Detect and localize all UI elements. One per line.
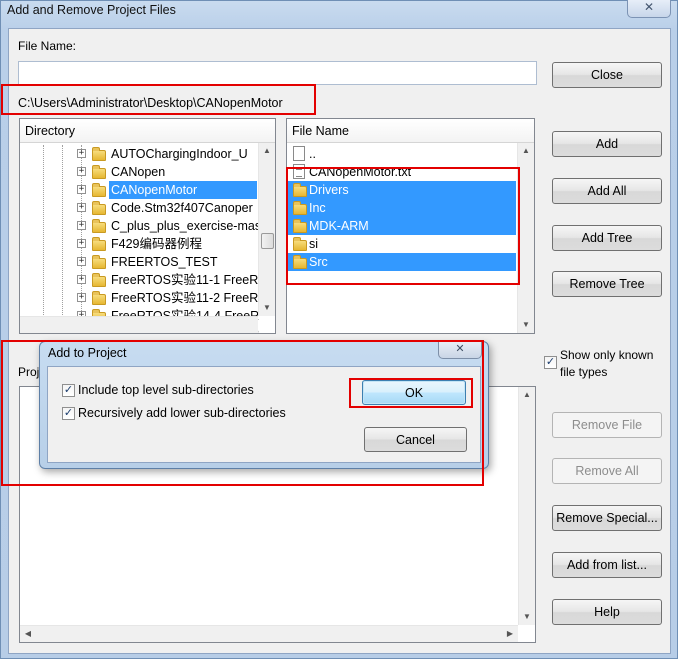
include-top-level-label: Include top level sub-directories xyxy=(78,383,254,397)
expand-plus-icon[interactable]: + xyxy=(77,257,86,266)
cancel-button[interactable]: Cancel xyxy=(364,427,467,452)
show-only-known-label-line2: file types xyxy=(560,365,608,379)
remove-file-button[interactable]: Remove File xyxy=(552,412,662,438)
window-title: Add and Remove Project Files xyxy=(7,3,176,17)
folder-icon xyxy=(92,165,106,179)
scroll-down-arrow-icon[interactable]: ▼ xyxy=(259,300,275,316)
folder-icon xyxy=(92,147,106,161)
remove-tree-button[interactable]: Remove Tree xyxy=(552,271,662,297)
file-list-item[interactable]: Inc xyxy=(309,199,326,217)
window-close-button[interactable]: ✕ xyxy=(627,0,671,18)
close-button[interactable]: Close xyxy=(552,62,662,88)
file-name-label: File Name: xyxy=(18,39,77,53)
folder-icon xyxy=(92,273,106,287)
scroll-left-arrow-icon[interactable]: ◀ xyxy=(20,626,36,642)
file-list-item[interactable]: si xyxy=(309,235,318,253)
folder-icon xyxy=(92,237,106,251)
directory-hscrollbar[interactable] xyxy=(20,316,258,333)
folder-icon xyxy=(92,219,106,233)
expand-plus-icon[interactable]: + xyxy=(77,149,86,158)
folder-icon xyxy=(92,183,106,197)
expand-plus-icon[interactable]: + xyxy=(77,239,86,248)
add-remove-project-files-window: Add and Remove Project Files ✕ File Name… xyxy=(0,0,678,659)
recursively-add-checkbox[interactable]: ✓ xyxy=(62,407,75,420)
add-tree-button[interactable]: Add Tree xyxy=(552,225,662,251)
file-list[interactable]: File Name .. CANopenMotor.txt Drivers Inc MD… xyxy=(286,118,535,334)
file-list-item[interactable]: CANopenMotor.txt xyxy=(309,163,411,181)
include-top-level-checkbox[interactable]: ✓ xyxy=(62,384,75,397)
help-button[interactable]: Help xyxy=(552,599,662,625)
scroll-down-arrow-icon[interactable]: ▼ xyxy=(519,609,535,625)
directory-item[interactable]: CANopenMotor xyxy=(109,181,257,199)
expand-plus-icon[interactable]: + xyxy=(77,293,86,302)
directory-item[interactable]: Code.Stm32f407Canoper xyxy=(109,199,255,217)
project-hscrollbar[interactable]: ◀ ▶ xyxy=(20,625,518,642)
remove-special-button[interactable]: Remove Special... xyxy=(552,505,662,531)
folder-icon xyxy=(92,255,106,269)
scroll-up-arrow-icon[interactable]: ▲ xyxy=(519,387,535,403)
directory-item[interactable]: FreeRTOS实验11-2 FreeR xyxy=(109,289,260,307)
file-vscrollbar[interactable]: ▲ ▼ xyxy=(517,143,534,333)
folder-icon xyxy=(293,237,307,251)
scroll-down-arrow-icon[interactable]: ▼ xyxy=(518,317,534,333)
project-vscrollbar[interactable]: ▲ ▼ xyxy=(518,387,535,625)
directory-item[interactable]: C_plus_plus_exercise-mas xyxy=(109,217,263,235)
ok-button[interactable]: OK xyxy=(362,380,466,405)
scroll-thumb[interactable] xyxy=(261,233,274,249)
expand-plus-icon[interactable]: + xyxy=(77,167,86,176)
directory-item[interactable]: CANopen xyxy=(109,163,167,181)
text-file-icon xyxy=(293,164,305,179)
expand-plus-icon[interactable]: + xyxy=(77,203,86,212)
add-from-list-button[interactable]: Add from list... xyxy=(552,552,662,578)
tree-guide xyxy=(43,145,44,333)
expand-plus-icon[interactable]: + xyxy=(77,275,86,284)
page-icon xyxy=(293,146,305,161)
file-list-item[interactable]: .. xyxy=(309,145,316,163)
folder-icon xyxy=(92,291,106,305)
directory-item[interactable]: FREERTOS_TEST xyxy=(109,253,220,271)
show-only-known-label: Show only known file types xyxy=(560,347,653,381)
file-name-input[interactable] xyxy=(18,61,537,85)
show-only-known-label-line1: Show only known xyxy=(560,348,654,362)
recursively-add-label: Recursively add lower sub-directories xyxy=(78,406,286,420)
show-only-known-checkbox[interactable]: ✓ xyxy=(544,356,557,369)
project-files-label: Proj xyxy=(18,365,40,379)
scroll-up-arrow-icon[interactable]: ▲ xyxy=(518,143,534,159)
dialog-close-button[interactable]: ✕ xyxy=(438,342,482,359)
scroll-up-arrow-icon[interactable]: ▲ xyxy=(259,143,275,159)
directory-item[interactable]: AUTOChargingIndoor_U xyxy=(109,145,250,163)
file-list-item[interactable]: MDK-ARM xyxy=(309,217,369,235)
directory-header[interactable]: Directory xyxy=(20,119,275,143)
directory-tree[interactable]: Directory + AUTOChargingIndoor_U + CANopen +… xyxy=(19,118,276,334)
directory-vscrollbar[interactable]: ▲ ▼ xyxy=(258,143,275,316)
scroll-right-arrow-icon[interactable]: ▶ xyxy=(502,626,518,642)
folder-icon xyxy=(92,201,106,215)
add-all-button[interactable]: Add All xyxy=(552,178,662,204)
current-path: C:\Users\Administrator\Desktop\CANopenMo… xyxy=(18,96,283,110)
folder-icon xyxy=(293,183,307,197)
tree-guide xyxy=(62,145,63,333)
file-name-header[interactable]: File Name xyxy=(287,119,534,143)
file-list-item[interactable]: Src xyxy=(309,253,328,271)
folder-icon xyxy=(293,201,307,215)
folder-icon xyxy=(293,255,307,269)
file-list-item[interactable]: Drivers xyxy=(309,181,349,199)
expand-plus-icon[interactable]: + xyxy=(77,221,86,230)
add-button[interactable]: Add xyxy=(552,131,662,157)
folder-icon xyxy=(293,219,307,233)
expand-plus-icon[interactable]: + xyxy=(77,185,86,194)
dialog-title: Add to Project xyxy=(48,346,127,360)
remove-all-button[interactable]: Remove All xyxy=(552,458,662,484)
directory-item[interactable]: FreeRTOS实验11-1 FreeR xyxy=(109,271,260,289)
directory-item[interactable]: F429编码器例程 xyxy=(109,235,204,253)
add-to-project-dialog: Add to Project ✕ ✓ Include top level sub… xyxy=(39,341,489,469)
dialog-client: ✓ Include top level sub-directories ✓ Re… xyxy=(47,366,481,463)
